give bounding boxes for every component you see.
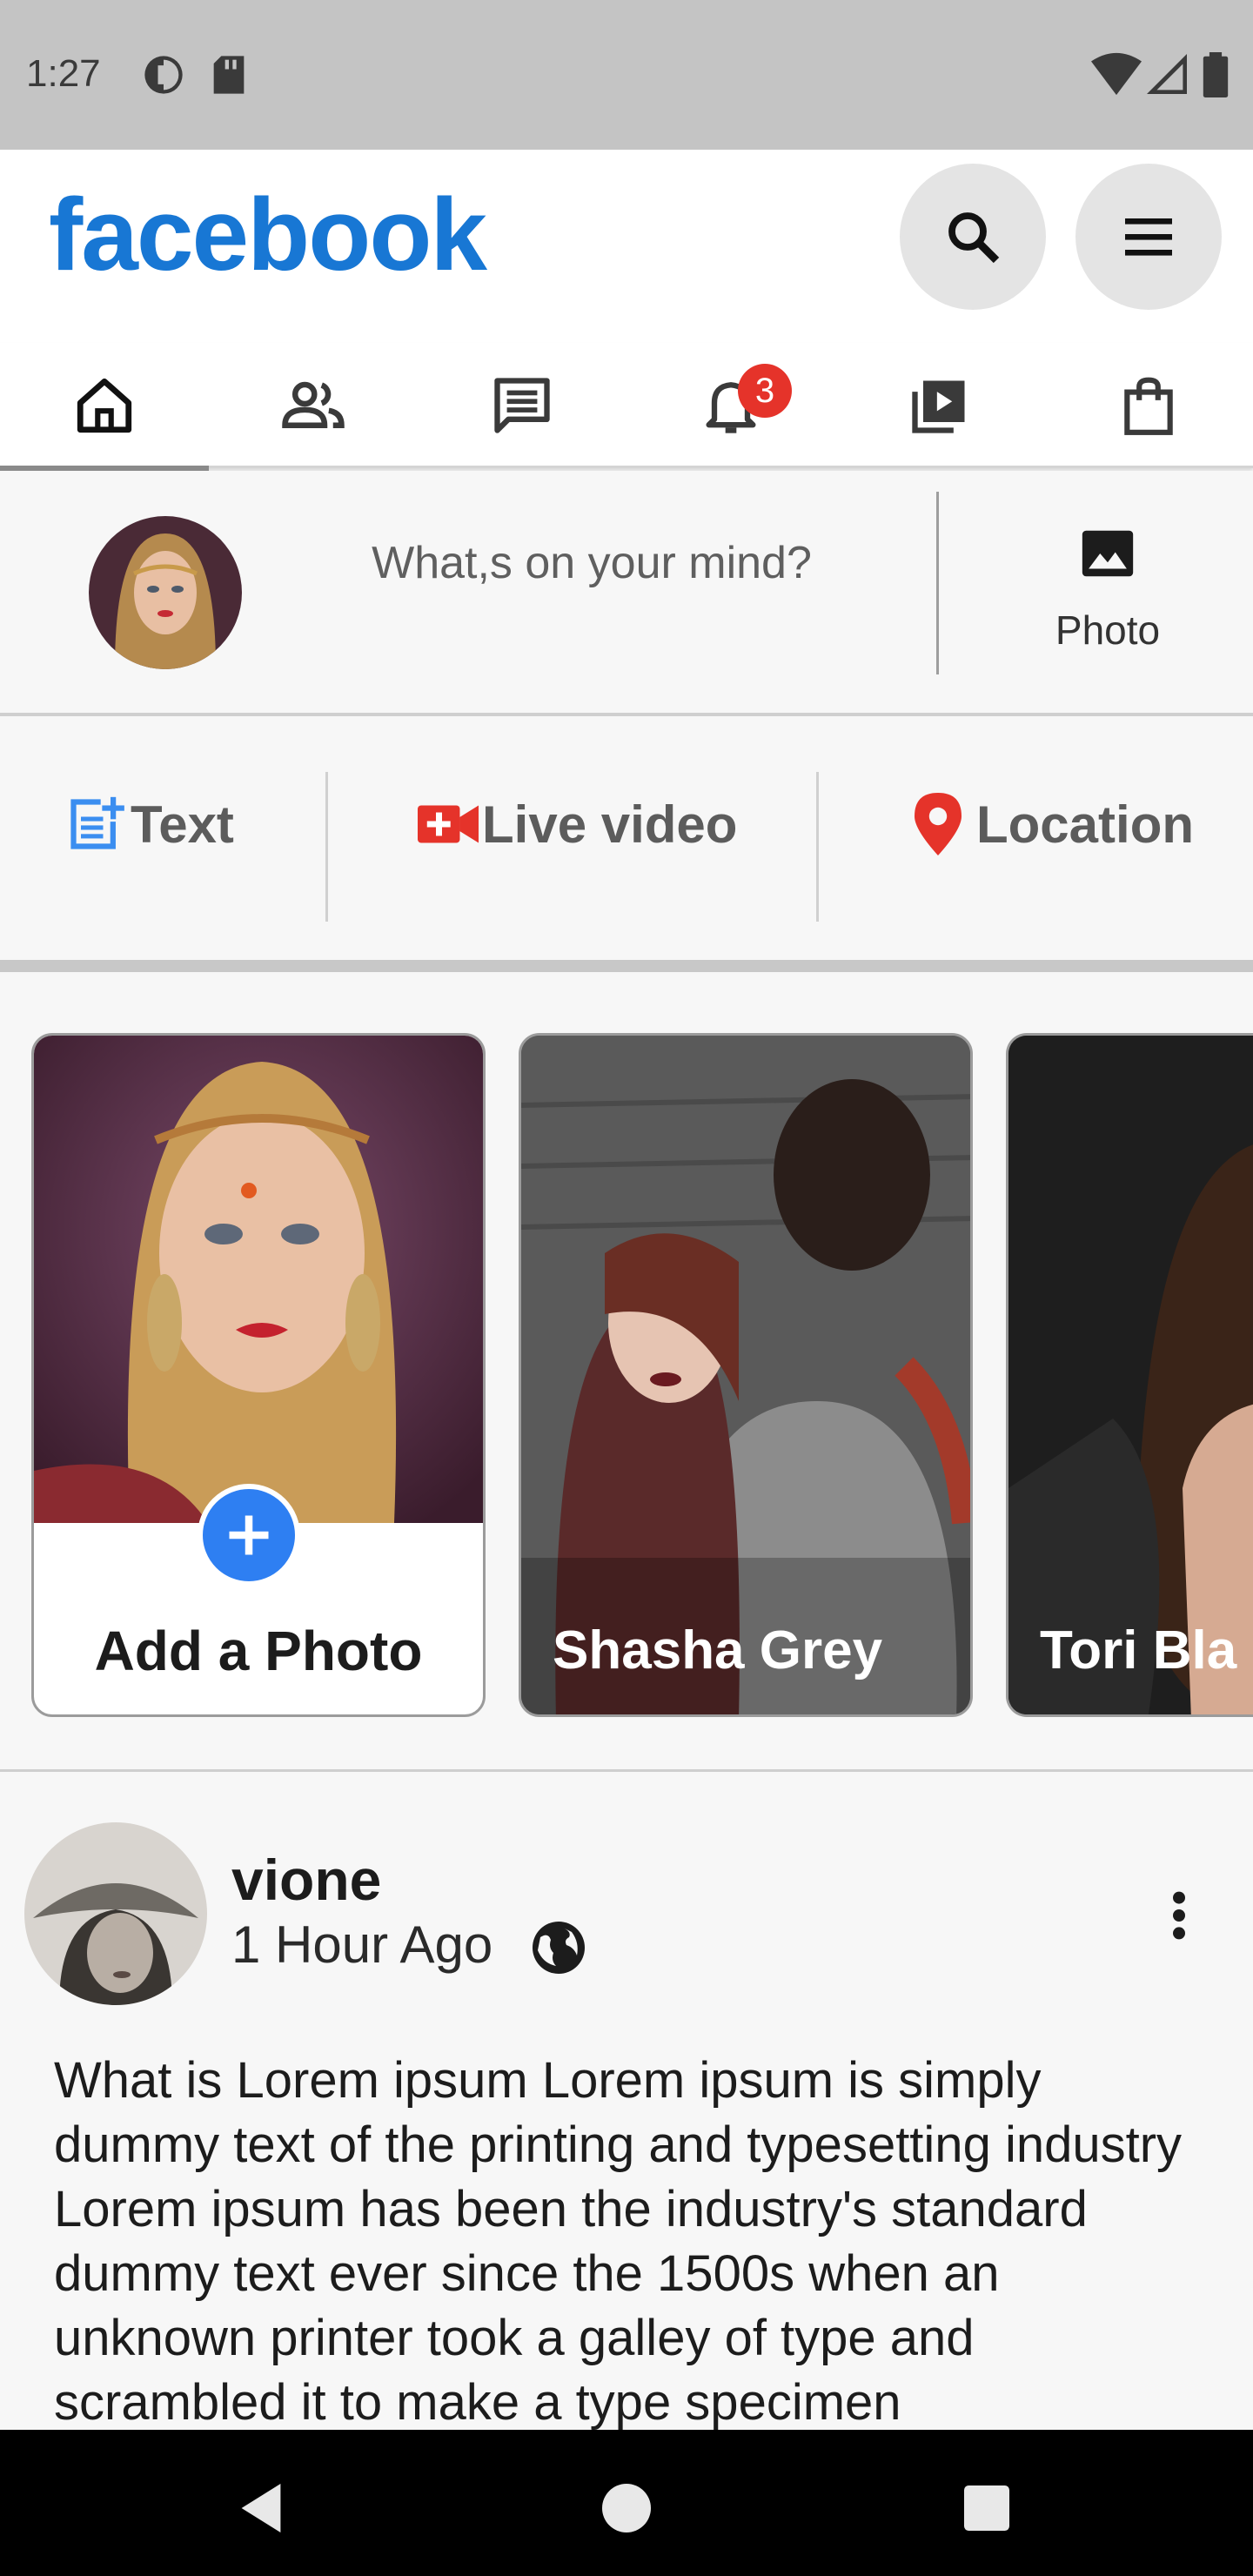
live-video-icon (418, 805, 479, 843)
feed-post: vione 1 Hour Ago What is Lorem ipsum Lor… (0, 1772, 1253, 2430)
text-button[interactable]: Text (66, 772, 234, 876)
post-add-icon (70, 796, 124, 849)
data-saver-icon (144, 56, 183, 94)
text-label: Text (131, 795, 234, 854)
live-video-button[interactable]: Live video (418, 772, 737, 876)
location-label: Location (976, 795, 1194, 854)
tab-bar: 3 (0, 343, 1253, 471)
stories-row: Add a Photo Shasha Grey Tori Bla (0, 984, 1253, 1772)
menu-icon (1125, 218, 1172, 256)
tab-home[interactable] (0, 343, 209, 471)
recents-icon (964, 2485, 1009, 2531)
live-video-label: Live video (482, 795, 738, 854)
globe-icon (533, 1922, 585, 1974)
tab-watch[interactable] (835, 343, 1044, 468)
post-actions: Text Live video Location (0, 720, 1253, 972)
post-composer: What,s on your mind? Photo (0, 471, 1253, 716)
story-add-photo[interactable]: Add a Photo (31, 1033, 486, 1717)
tab-friends[interactable] (209, 343, 418, 468)
add-photo-plus-button[interactable] (198, 1484, 300, 1587)
app-header: facebook (0, 150, 1253, 343)
home-icon (77, 378, 132, 433)
plus-icon (229, 1515, 269, 1555)
status-input[interactable]: What,s on your mind? (296, 537, 888, 589)
signal-icon (1147, 54, 1187, 94)
story-card[interactable]: Shasha Grey (519, 1033, 973, 1717)
location-button[interactable]: Location (914, 772, 1194, 876)
friends-icon (282, 381, 345, 428)
story-image (1008, 1036, 1253, 1714)
back-icon (241, 2484, 281, 2532)
composer-divider (936, 492, 939, 674)
facebook-logo: facebook (49, 178, 487, 292)
tab-notifications[interactable]: 3 (626, 343, 835, 468)
photo-button[interactable]: Photo (983, 520, 1232, 667)
add-photo-label: Add a Photo (94, 1620, 423, 1682)
sd-card-icon (213, 56, 245, 94)
messages-icon (494, 378, 550, 433)
back-button[interactable] (218, 2465, 305, 2552)
status-time: 1:27 (26, 52, 101, 95)
story-card[interactable]: Tori Bla (1006, 1033, 1253, 1717)
author-avatar[interactable] (24, 1822, 207, 2005)
battery-icon (1203, 52, 1229, 97)
story-image (34, 1036, 483, 1523)
recents-button[interactable] (943, 2465, 1030, 2552)
post-timestamp: 1 Hour Ago (231, 1915, 493, 1974)
system-nav-bar (0, 2430, 1253, 2576)
post-body: What is Lorem ipsum Lorem ipsum is simpl… (54, 2052, 1183, 2430)
tab-messages[interactable] (418, 343, 626, 468)
user-avatar[interactable] (89, 516, 242, 669)
story-name: Shasha Grey (553, 1620, 883, 1680)
menu-button[interactable] (1075, 164, 1222, 310)
story-name: Tori Bla (1040, 1620, 1237, 1680)
more-options-icon[interactable] (1157, 1885, 1201, 1946)
photo-label: Photo (1055, 607, 1161, 653)
search-icon (948, 212, 1000, 264)
notification-badge: 3 (738, 364, 792, 418)
search-button[interactable] (900, 164, 1046, 310)
watch-icon (912, 380, 965, 433)
status-bar: 1:27 (0, 0, 1253, 150)
wifi-icon (1091, 52, 1142, 96)
home-button[interactable] (583, 2465, 670, 2552)
post-author[interactable]: vione (231, 1847, 381, 1913)
action-divider (325, 772, 328, 922)
story-image (521, 1036, 970, 1714)
action-divider (816, 772, 819, 922)
tab-marketplace[interactable] (1044, 343, 1253, 468)
marketplace-icon (1124, 377, 1173, 435)
home-circle-icon (602, 2484, 651, 2532)
image-icon (1082, 530, 1134, 577)
location-pin-icon (915, 793, 962, 855)
